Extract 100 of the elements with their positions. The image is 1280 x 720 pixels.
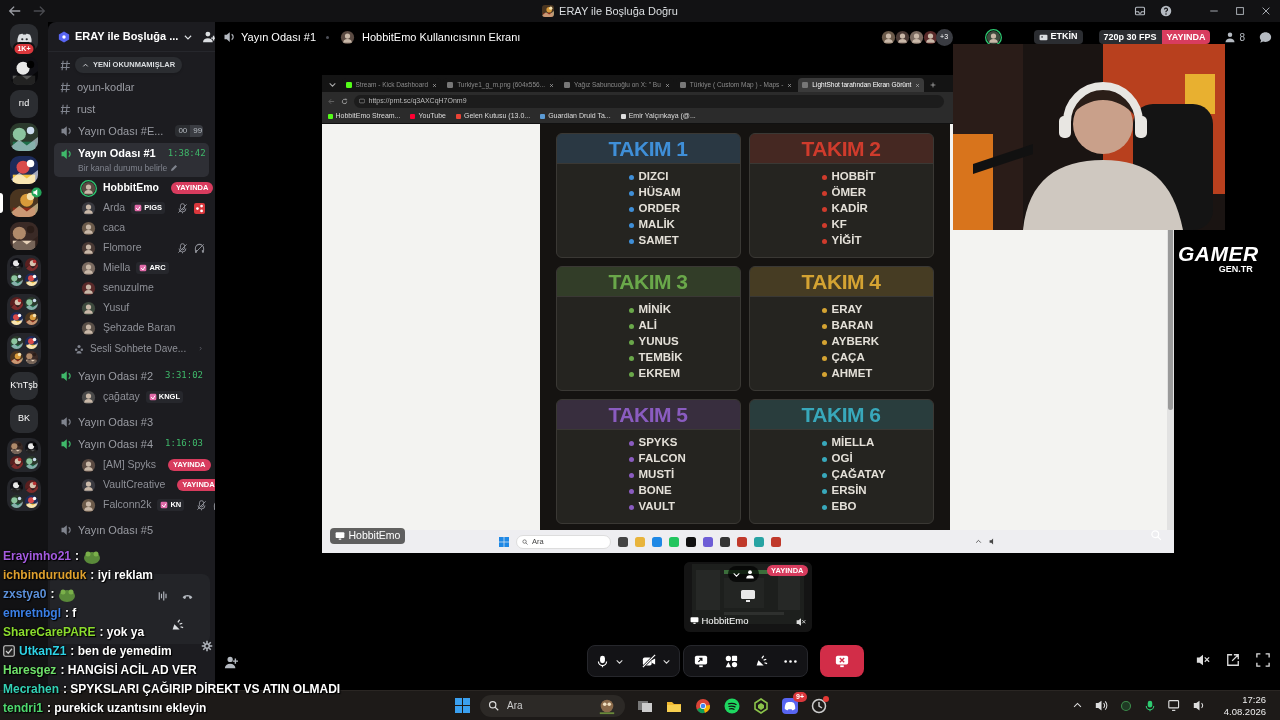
network-icon[interactable] [1167,699,1181,712]
user-name[interactable]: Falconn2k [103,497,152,513]
server-folder[interactable] [7,255,41,289]
server-name[interactable]: ERAY ile Boşluğa ... [75,28,179,45]
pop-out-icon[interactable] [1226,653,1240,667]
member-name: ÇAÇA [831,350,865,366]
volume-icon[interactable] [1094,699,1108,712]
app-icon[interactable] [618,536,628,547]
pencil-icon[interactable] [170,164,179,173]
user-name[interactable]: Arda [103,200,126,216]
speaker-icon[interactable] [1192,699,1206,712]
channel-item[interactable]: rust [54,98,209,120]
member-name: HOBBİT [831,169,876,185]
fullscreen-icon[interactable] [1256,653,1270,667]
member-name: YİĞİT [831,233,862,249]
server-folder[interactable] [7,333,41,367]
clock-app-icon[interactable] [811,697,827,714]
sound-wave-icon[interactable] [157,590,169,602]
chat-username: Erayimho21 [3,547,72,565]
user-name[interactable]: HobbitEmo [103,180,159,196]
close-icon[interactable] [1260,5,1272,17]
server-icon[interactable]: BK [10,405,38,433]
muted-speaker-icon[interactable] [795,617,806,627]
start-icon[interactable] [455,698,470,713]
screen-share-icon[interactable] [694,654,708,668]
channel-item[interactable]: oyun-kodlar [54,76,209,98]
invite-item[interactable]: Sesli Sohbete Dave... [54,338,209,359]
app-icon[interactable] [686,536,696,547]
channel-status[interactable]: Bir kanal durumu belirle [78,161,168,175]
chat-message: : f [65,604,77,622]
leave-stream-button[interactable] [820,645,864,677]
user-name[interactable]: Flomore [103,240,142,256]
activity-badge[interactable]: ETKİN [1033,30,1083,44]
voice-channel[interactable]: Yayın Odası #1 1:38:42 Bir kanal durumu belirle [54,143,209,177]
chevron-down-icon[interactable] [327,80,337,89]
voice-channel[interactable]: Yayın Odası #5 [54,519,209,541]
start-icon[interactable] [499,536,509,547]
browser-icon[interactable] [695,697,711,714]
maximize-icon[interactable] [1234,5,1246,17]
server-folder[interactable] [7,477,41,511]
close-icon[interactable] [549,82,555,88]
member-name: ERAY [831,302,863,318]
microphone-icon[interactable] [1143,699,1156,712]
monitor-icon [739,588,756,604]
clock[interactable]: 17:26 4.08.2026 [1223,693,1266,718]
status-icon[interactable] [1119,699,1132,712]
activities-icon[interactable] [724,654,738,668]
user-name[interactable]: [AM] Spyks [103,457,157,473]
viewers-icon[interactable] [1224,31,1237,43]
back-arrow-icon[interactable] [8,4,22,18]
invite-to-voice-icon[interactable] [224,655,238,669]
soundboard-icon[interactable] [170,618,184,632]
voice-channel[interactable]: Yayın Odası #2 3:31:02 [54,365,209,387]
chat-message: : HANGİSİ ACİL AD VER [60,661,197,679]
server-folder[interactable] [7,294,41,328]
member-name: AYBERK [831,334,879,350]
server-icon[interactable]: K'nTşb [10,372,38,400]
search-field[interactable]: Ara [480,694,625,717]
close-icon[interactable] [432,82,438,88]
app-icon[interactable] [720,536,730,547]
microphone-icon[interactable] [596,654,609,668]
close-icon[interactable] [787,82,793,88]
user-name[interactable]: Miella [103,260,131,276]
user-name[interactable]: senuzulme [103,280,154,296]
channel-title: Yayın Odası #1 [241,29,316,45]
soundboard-icon[interactable] [754,654,768,668]
server-folder[interactable] [7,438,41,472]
scrollbar-thumb[interactable] [1167,230,1173,410]
voice-channel[interactable]: Yayın Odası #E... 00 99 [54,120,209,142]
camera-off-icon[interactable] [642,654,656,668]
chat-icon[interactable] [1259,30,1272,44]
member-name: FALCON [638,451,686,467]
user-name[interactable]: çağatay [103,389,140,405]
user-name[interactable]: Yusuf [103,300,130,316]
user-name[interactable]: caca [103,220,126,236]
avatar [921,28,939,46]
server-boost-icon [58,30,70,43]
add-member-icon[interactable] [203,30,215,43]
voice-channel[interactable]: Yayın Odası #3 [54,411,209,433]
server-icon[interactable]: rıd [10,90,38,118]
volume-icon[interactable] [989,538,996,545]
user-name[interactable]: Şehzade Baran [103,320,176,336]
bookmark-favicon-icon [456,114,461,119]
voice-channel[interactable]: Yayın Odası #4 1:16:03 [54,433,209,455]
settings-icon[interactable] [201,640,213,652]
close-icon[interactable] [915,82,921,88]
reload-icon[interactable] [340,97,348,105]
team-title: TAKIM 2 [801,138,881,159]
member-name: YUNUS [638,334,679,350]
help-icon[interactable] [1160,5,1172,17]
music-app-icon[interactable] [724,697,740,714]
member-name: AHMET [831,366,873,382]
inbox-icon[interactable] [1134,5,1146,17]
app-icon[interactable] [753,697,769,714]
discord-icon[interactable] [782,697,798,714]
user-name[interactable]: VaultCreative [103,477,166,493]
scrollbar[interactable] [1166,230,1174,530]
close-icon[interactable] [664,82,670,88]
new-tab-icon[interactable] [930,82,937,88]
muted-speaker-icon[interactable] [1196,653,1210,667]
